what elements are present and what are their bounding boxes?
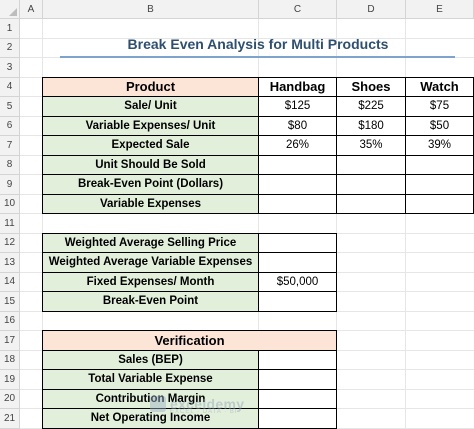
table3-row-label[interactable]: Total Variable Expense [42, 369, 259, 390]
table1-row-label[interactable]: Variable Expenses [42, 193, 259, 214]
table1-row-label[interactable]: Sale/ Unit [42, 96, 259, 117]
row-header-5[interactable]: 5 [0, 97, 20, 117]
table1-value-cell[interactable]: 26% [258, 135, 337, 156]
table1-value-cell[interactable] [336, 154, 406, 175]
table1-row-label[interactable]: Expected Sale [42, 135, 259, 156]
row-header-21[interactable]: 21 [0, 409, 20, 429]
table3-row-label[interactable]: Net Operating Income [42, 408, 259, 429]
row-header-14[interactable]: 14 [0, 272, 20, 292]
table3-value-cell[interactable] [258, 408, 337, 429]
verification-header[interactable]: Verification [42, 330, 337, 351]
table1-value-cell[interactable]: $180 [336, 115, 406, 136]
table3-row-label[interactable]: Sales (BEP) [42, 349, 259, 370]
table1-value-cell[interactable]: 39% [405, 135, 474, 156]
table2-row-label[interactable]: Fixed Expenses/ Month [42, 271, 259, 292]
table1-value-cell[interactable]: $125 [258, 96, 337, 117]
table2-row-label[interactable]: Break-Even Point [42, 291, 259, 312]
table1-value-cell[interactable] [405, 193, 474, 214]
table1-row-label[interactable]: Unit Should Be Sold [42, 154, 259, 175]
row-header-4[interactable]: 4 [0, 77, 20, 97]
row-header-11[interactable]: 11 [0, 214, 20, 234]
column-header-e[interactable]: E [406, 0, 474, 19]
row-header-9[interactable]: 9 [0, 175, 20, 195]
table1-value-cell[interactable] [258, 193, 337, 214]
table1-value-cell[interactable]: $225 [336, 96, 406, 117]
table1-value-cell[interactable] [405, 174, 474, 195]
row-header-12[interactable]: 12 [0, 233, 20, 253]
table1-row-label[interactable]: Break-Even Point (Dollars) [42, 174, 259, 195]
row-header-8[interactable]: 8 [0, 155, 20, 175]
shoes-header[interactable]: Shoes [336, 76, 406, 97]
table3-value-cell[interactable] [258, 349, 337, 370]
row-header-20[interactable]: 20 [0, 389, 20, 409]
table2-value-cell[interactable] [258, 232, 337, 253]
product-header[interactable]: Product [42, 76, 259, 97]
column-header-c[interactable]: C [259, 0, 337, 19]
row-header-7[interactable]: 7 [0, 136, 20, 156]
row-header-19[interactable]: 19 [0, 370, 20, 390]
row-header-6[interactable]: 6 [0, 116, 20, 136]
row-header-10[interactable]: 10 [0, 194, 20, 214]
table1-value-cell[interactable] [336, 193, 406, 214]
table1-row-label[interactable]: Variable Expenses/ Unit [42, 115, 259, 136]
table3-value-cell[interactable] [258, 388, 337, 409]
table1-value-cell[interactable] [258, 154, 337, 175]
watch-header[interactable]: Watch [405, 76, 474, 97]
table1-value-cell[interactable]: $80 [258, 115, 337, 136]
table3-value-cell[interactable] [258, 369, 337, 390]
column-header-b[interactable]: B [43, 0, 259, 19]
table2-value-cell[interactable]: $50,000 [258, 271, 337, 292]
select-all-corner[interactable] [0, 0, 20, 19]
row-header-17[interactable]: 17 [0, 331, 20, 351]
title-underline [60, 56, 455, 58]
table2-value-cell[interactable] [258, 291, 337, 312]
row-header-1[interactable]: 1 [0, 19, 20, 39]
table2-row-label[interactable]: Weighted Average Selling Price [42, 232, 259, 253]
table1-value-cell[interactable]: 35% [336, 135, 406, 156]
row-header-15[interactable]: 15 [0, 292, 20, 312]
table1-value-cell[interactable] [336, 174, 406, 195]
corner-triangle-icon [9, 8, 17, 16]
row-header-16[interactable]: 16 [0, 311, 20, 331]
row-header-13[interactable]: 13 [0, 253, 20, 273]
handbag-header[interactable]: Handbag [258, 76, 337, 97]
column-header-d[interactable]: D [337, 0, 406, 19]
table1-value-cell[interactable] [258, 174, 337, 195]
row-header-18[interactable]: 18 [0, 350, 20, 370]
table3-row-label[interactable]: Contribution Margin [42, 388, 259, 409]
table1-value-cell[interactable] [405, 154, 474, 175]
table1-value-cell[interactable]: $75 [405, 96, 474, 117]
table2-value-cell[interactable] [258, 252, 337, 273]
sheet-title: Break Even Analysis for Multi Products [127, 36, 389, 52]
table1-value-cell[interactable]: $50 [405, 115, 474, 136]
row-header-2[interactable]: 2 [0, 38, 20, 58]
table2-row-label[interactable]: Weighted Average Variable Expenses [42, 252, 259, 273]
column-header-a[interactable]: A [20, 0, 43, 19]
row-header-3[interactable]: 3 [0, 58, 20, 78]
